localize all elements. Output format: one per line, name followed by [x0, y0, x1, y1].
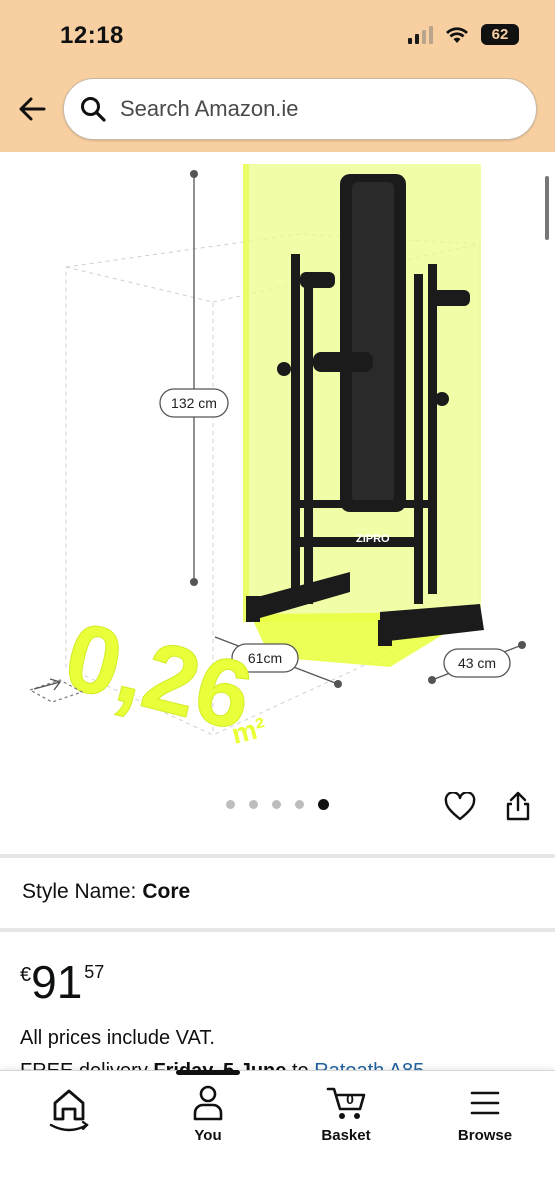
nav-you[interactable]: You — [158, 1085, 258, 1144]
divider — [0, 854, 555, 858]
depth-dimension-label: 43 cm — [458, 655, 496, 671]
person-icon — [193, 1085, 223, 1121]
active-tab-indicator — [176, 1070, 240, 1075]
style-name-row[interactable]: Style Name: Core — [22, 880, 190, 904]
carousel-dot[interactable] — [295, 800, 304, 809]
cellular-signal-icon — [408, 25, 433, 44]
header: Search Amazon.ie — [0, 70, 555, 152]
search-bar[interactable]: Search Amazon.ie — [63, 78, 537, 140]
nav-browse[interactable]: Browse — [435, 1085, 535, 1144]
carousel-dot[interactable] — [249, 800, 258, 809]
nav-home[interactable] — [19, 1085, 119, 1135]
carousel-dot-active[interactable] — [318, 799, 329, 810]
carousel-dot[interactable] — [226, 800, 235, 809]
nav-you-label: You — [194, 1127, 222, 1144]
style-name-label: Style Name: — [22, 880, 137, 903]
heart-icon[interactable] — [444, 792, 476, 822]
menu-icon — [470, 1091, 500, 1115]
bottom-nav: You 0 Basket Browse — [0, 1070, 555, 1200]
product-image[interactable]: 132 cm 61cm 43 cm ZIPRO 0,26 m² — [0, 152, 555, 772]
status-icons: 62 — [408, 24, 519, 45]
carousel-dot[interactable] — [272, 800, 281, 809]
vat-notice: All prices include VAT. — [20, 1027, 215, 1049]
nav-basket-label: Basket — [321, 1127, 371, 1144]
frame-brand-label: ZIPRO — [356, 533, 390, 545]
height-dimension-label: 132 cm — [171, 395, 217, 411]
area-unit-label: m² — [228, 712, 269, 750]
price: € 91 57 — [20, 958, 104, 1006]
home-icon — [49, 1089, 89, 1132]
back-arrow-icon[interactable] — [16, 92, 50, 126]
style-name-value: Core — [142, 880, 191, 903]
price-currency: € — [20, 964, 32, 986]
basket-icon: 0 — [326, 1087, 366, 1119]
status-time: 12:18 — [60, 22, 124, 49]
wifi-icon — [446, 26, 468, 43]
search-input[interactable]: Search Amazon.ie — [120, 96, 299, 122]
divider — [0, 928, 555, 932]
product-image-gallery[interactable]: 132 cm 61cm 43 cm ZIPRO 0,26 m² — [0, 152, 555, 852]
search-icon — [81, 97, 106, 122]
nav-basket[interactable]: 0 Basket — [296, 1085, 396, 1144]
price-whole: 91 — [31, 956, 83, 1008]
status-bar: 12:18 62 — [0, 0, 555, 70]
share-icon[interactable] — [505, 790, 531, 822]
nav-browse-label: Browse — [457, 1127, 513, 1144]
battery-icon: 62 — [481, 24, 519, 45]
price-fraction: 57 — [84, 962, 105, 982]
basket-count: 0 — [346, 1091, 354, 1107]
